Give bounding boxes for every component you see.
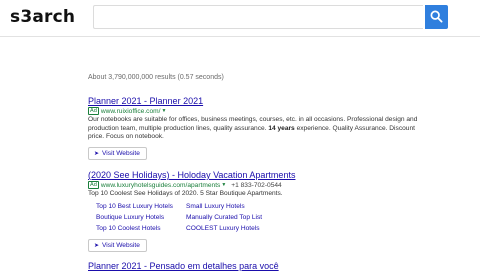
sitelink[interactable]: Manually Curated Top List [186, 213, 296, 223]
visit-website-label: Visit Website [102, 241, 140, 249]
result-url-line: Ad www.ruixioffice.com/▼ [88, 107, 418, 116]
sitelink[interactable]: COOLEST Luxury Hotels [186, 224, 296, 234]
result-description: Top 10 Coolest See Holidays of 2020. 5 S… [88, 190, 283, 197]
arrow-right-icon: ➤ [94, 242, 100, 249]
ad-badge: Ad [88, 181, 99, 189]
ad-badge: Ad [88, 107, 99, 115]
phone-number[interactable]: +1 833-702-0544 [231, 182, 281, 189]
result-title[interactable]: (2020 See Holidays) - Holoday Vacation A… [88, 170, 418, 181]
logo[interactable]: s3arch [10, 7, 75, 27]
caret-down-icon[interactable]: ▼ [221, 182, 226, 188]
search-result: Planner 2021 - Pensado em detalhes para … [88, 261, 418, 272]
sitelink[interactable]: Boutique Luxury Hotels [96, 213, 186, 223]
visit-website-button[interactable]: ➤ Visit Website [88, 238, 147, 252]
visit-website-button[interactable]: ➤ Visit Website [88, 146, 147, 160]
sitelink[interactable]: Top 10 Coolest Hotels [96, 224, 186, 234]
search-button[interactable] [425, 5, 448, 29]
top-bar: s3arch [0, 0, 480, 37]
search-result: Planner 2021 - Planner 2021 Ad www.ruixio… [88, 96, 418, 160]
result-url[interactable]: www.ruixioffice.com/ [101, 108, 161, 115]
search-icon [430, 10, 443, 23]
search-input[interactable] [93, 5, 423, 29]
result-url[interactable]: www.luxuryhotelsguides.com/apartments [101, 182, 220, 189]
sitelinks: Top 10 Best Luxury Hotels Small Luxury H… [96, 202, 418, 234]
sitelink[interactable]: Small Luxury Hotels [186, 202, 296, 212]
result-title[interactable]: Planner 2021 - Pensado em detalhes para … [88, 261, 418, 272]
result-url-line: Ad www.luxuryhotelsguides.com/apartments▼… [88, 181, 418, 190]
results-count: About 3,790,000,000 results (0.57 second… [88, 74, 224, 81]
result-title[interactable]: Planner 2021 - Planner 2021 [88, 96, 418, 107]
result-description: Our notebooks are suitable for offices, … [88, 116, 418, 142]
description-bold: 14 years [268, 124, 295, 132]
search-result: (2020 See Holidays) - Holoday Vacation A… [88, 170, 418, 252]
sitelink[interactable]: Top 10 Best Luxury Hotels [96, 202, 186, 212]
arrow-right-icon: ➤ [94, 150, 100, 157]
visit-website-label: Visit Website [102, 149, 140, 157]
caret-down-icon[interactable]: ▼ [161, 108, 166, 114]
